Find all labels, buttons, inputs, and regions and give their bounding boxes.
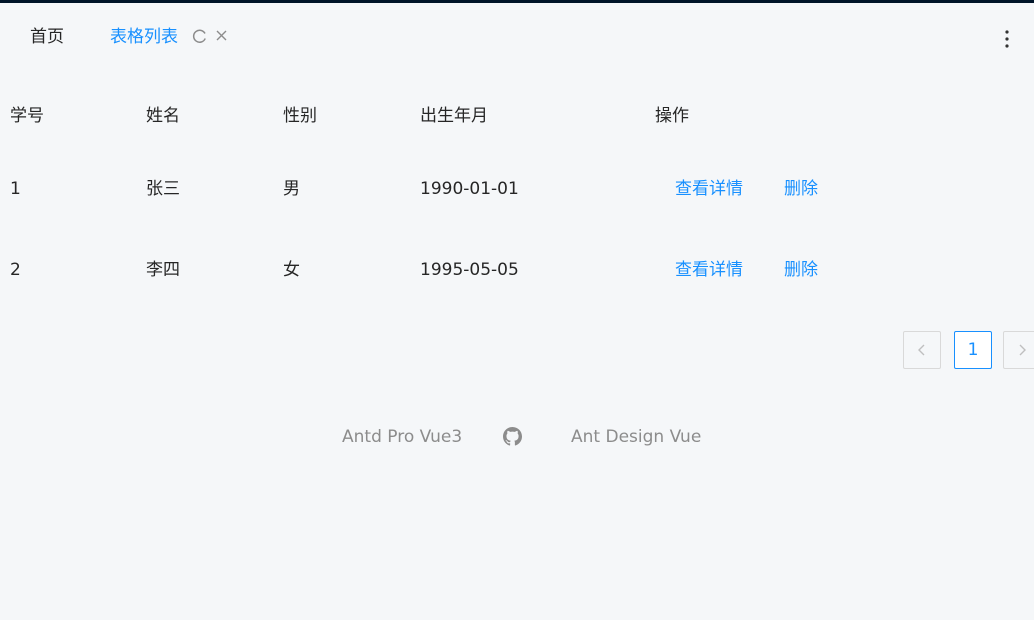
header-student-id: 学号	[10, 106, 44, 126]
delete-link-row-2[interactable]: 删除	[784, 258, 818, 282]
chevron-right-icon	[1019, 344, 1026, 356]
view-details-link-row-2[interactable]: 查看详情	[675, 258, 743, 282]
footer-link-antd-pro-vue3[interactable]: Antd Pro Vue3	[342, 425, 462, 449]
table-row-2-gender: 女	[283, 260, 300, 280]
github-icon[interactable]	[503, 427, 522, 446]
header-gender: 性别	[283, 106, 317, 126]
header-actions: 操作	[655, 106, 689, 126]
table-row-2-name: 李四	[146, 260, 180, 280]
pagination-next-button[interactable]	[1003, 331, 1034, 369]
tab-table-list[interactable]: 表格列表	[110, 25, 178, 49]
table-row-1-gender: 男	[283, 179, 300, 199]
tab-home[interactable]: 首页	[30, 25, 64, 49]
table-row-1-birth: 1990-01-01	[420, 179, 519, 199]
table-row-1-name: 张三	[146, 179, 180, 199]
pagination-prev-button[interactable]	[903, 331, 941, 369]
table-row-1-id: 1	[10, 179, 21, 199]
footer: Antd Pro Vue3 Ant Design Vue	[0, 425, 1034, 449]
tab-bar: 首页 表格列表	[0, 3, 1034, 69]
table-row-2-id: 2	[10, 260, 21, 280]
header-name: 姓名	[146, 106, 180, 126]
footer-link-ant-design-vue[interactable]: Ant Design Vue	[571, 425, 701, 449]
more-vertical-icon[interactable]	[998, 29, 1016, 49]
view-details-link-row-1[interactable]: 查看详情	[675, 177, 743, 201]
header-birth-date: 出生年月	[420, 106, 488, 126]
reload-icon[interactable]	[191, 27, 209, 45]
table-row-2-birth: 1995-05-05	[420, 260, 519, 280]
pagination-page-1[interactable]: 1	[954, 331, 992, 369]
close-icon[interactable]	[213, 27, 231, 45]
delete-link-row-1[interactable]: 删除	[784, 177, 818, 201]
chevron-left-icon	[918, 344, 925, 356]
